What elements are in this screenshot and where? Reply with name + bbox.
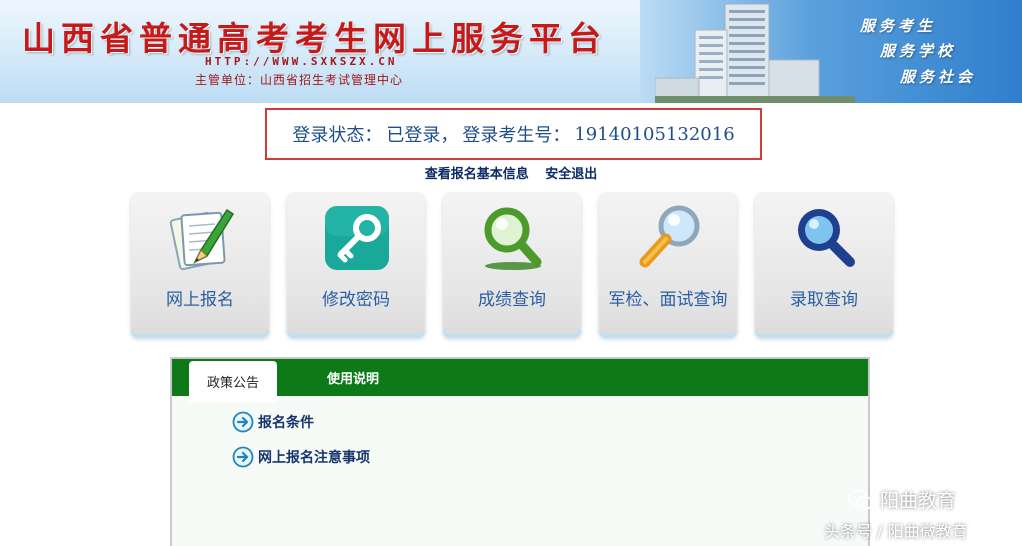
candidate-number: 19140105132016 [574, 123, 735, 145]
notice-item-registration-conditions[interactable]: 报名条件 [232, 411, 314, 433]
building-image [655, 3, 855, 103]
orange-magnifier-icon [639, 205, 700, 268]
status-state: 已登录， [386, 125, 459, 146]
slogan-serve-society: 服务社会 [900, 68, 977, 86]
wechat-icon [848, 489, 874, 510]
tile-label: 修改密码 [322, 290, 390, 310]
login-status-box: 登录状态： 已登录， 登录考生号： 19140105132016 [265, 108, 762, 160]
slogan-serve-students: 服务考生 [860, 17, 937, 35]
tile-label: 网上报名 [166, 290, 234, 310]
watermark-account: 阳曲教育 [848, 486, 956, 513]
arrow-right-circle-icon [232, 411, 254, 433]
site-title: 山西省普通高考考生网上服务平台 [22, 19, 607, 58]
watermark-source: 头条号 / 阳曲微教育 [824, 522, 968, 541]
key-icon [325, 206, 389, 270]
header-banner: 山西省普通高考考生网上服务平台 HTTP://WWW.SXKSZX.CN 主管单… [0, 0, 1022, 103]
watermark-name: 阳曲教育 [880, 490, 957, 512]
site-url: HTTP://WWW.SXKSZX.CN [205, 55, 398, 68]
notice-item-label: 网上报名注意事项 [258, 450, 370, 466]
tile-online-registration[interactable]: 网上报名 [131, 192, 269, 334]
site-organizer: 主管单位：山西省招生考试管理中心 [195, 73, 404, 87]
account-links: 查看报名基本信息 安全退出 [0, 163, 1022, 182]
tile-admission-query[interactable]: 录取查询 [755, 192, 893, 334]
tile-label: 军检、面试查询 [608, 290, 728, 310]
tab-usage-instructions[interactable]: 使用说明 [312, 359, 394, 396]
notice-item-registration-notes[interactable]: 网上报名注意事项 [232, 446, 370, 468]
tile-label: 成绩查询 [478, 290, 546, 310]
logout-link[interactable]: 安全退出 [545, 167, 597, 182]
pencil-paper-icon [169, 208, 235, 271]
view-info-link[interactable]: 查看报名基本信息 [425, 167, 529, 182]
status-label: 登录状态： [292, 125, 383, 146]
tile-score-query[interactable]: 成绩查询 [443, 192, 581, 334]
candidate-number-label: 登录考生号： [462, 125, 571, 146]
notice-tab-bar: 政策公告 使用说明 [172, 359, 868, 402]
tab-policy-notice[interactable]: 政策公告 [189, 361, 277, 402]
notice-item-label: 报名条件 [258, 415, 314, 431]
slogan-serve-schools: 服务学校 [880, 42, 957, 60]
blue-magnifier-icon [798, 209, 855, 267]
arrow-right-circle-icon [232, 446, 254, 468]
tile-change-password[interactable]: 修改密码 [287, 192, 425, 334]
tile-label: 录取查询 [790, 290, 858, 310]
green-magnifier-icon [484, 207, 542, 270]
tile-military-interview-query[interactable]: 军检、面试查询 [599, 192, 737, 334]
